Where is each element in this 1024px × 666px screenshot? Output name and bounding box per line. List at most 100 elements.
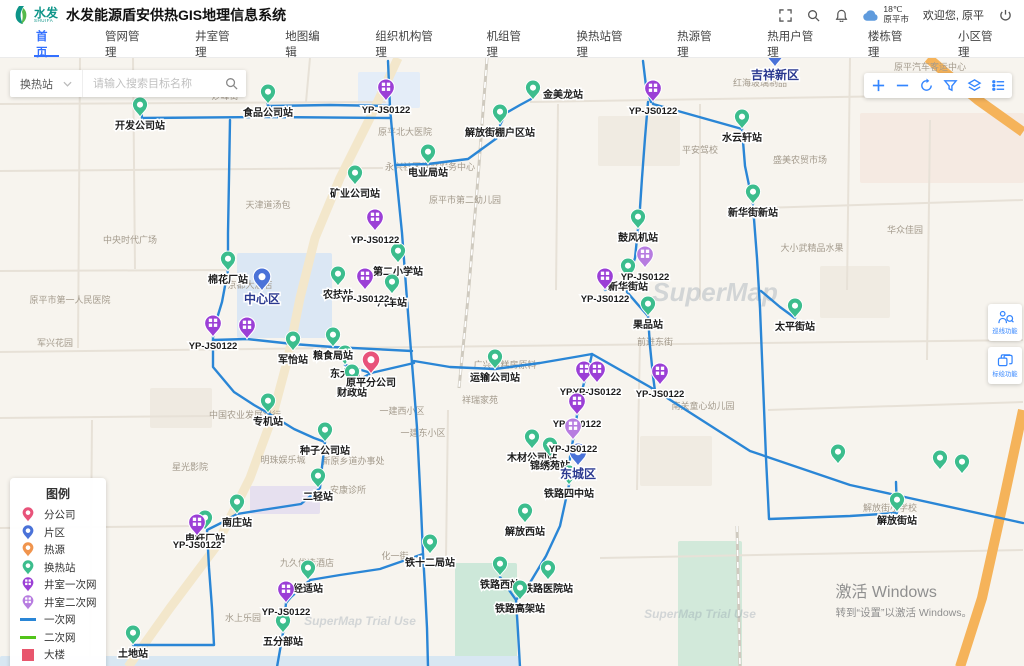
search-type-select[interactable]: 换热站 bbox=[10, 70, 83, 97]
legend-label: 井室一次网 bbox=[44, 577, 97, 592]
map-pin-label: YP-JS0122 bbox=[189, 341, 238, 352]
map-block bbox=[820, 266, 890, 318]
side-tool-plot[interactable]: 标绘功能 bbox=[988, 347, 1022, 384]
legend-swatch-station bbox=[19, 559, 37, 576]
legend-item-well2: 井室二次网 bbox=[19, 594, 97, 612]
map-pin-label: YP-JS0122 bbox=[549, 444, 598, 455]
map-pin-label: 中心区 bbox=[244, 291, 280, 306]
map-bg-label: 一建东小区 bbox=[400, 427, 445, 438]
logo-text: 水发 bbox=[34, 7, 58, 19]
map-pin-label: 开发公司站 bbox=[115, 119, 165, 132]
map-pin-label: 解放西站 bbox=[505, 525, 545, 538]
nav-tab-2[interactable]: 井室管理 bbox=[171, 30, 261, 57]
cloud-icon bbox=[862, 9, 879, 22]
supermap-watermark: SuperMap Trial Use bbox=[304, 614, 416, 628]
search-submit-icon[interactable] bbox=[225, 77, 238, 90]
map-pin-label: 新华街新站 bbox=[728, 206, 778, 219]
map-canvas[interactable]: 原平市实验中学妙峰街原平北大医院原平市第二幼儿园天津道汤包永兴社区党群服务中心红… bbox=[0, 58, 1024, 666]
map-pin-label: YP-JS0122 bbox=[581, 294, 630, 305]
reset-icon[interactable] bbox=[914, 73, 938, 98]
map-pin-label: 南庄站 bbox=[222, 516, 252, 529]
map-pin-label: 电业局站 bbox=[408, 166, 448, 179]
zoom-in-icon[interactable] bbox=[866, 73, 890, 98]
map-bg-label: 安康诊所 bbox=[330, 484, 366, 495]
map-pin-label: 二轻站 bbox=[303, 490, 333, 503]
filter-icon[interactable] bbox=[938, 73, 962, 98]
nav-tab-4[interactable]: 组织机构管理 bbox=[351, 30, 462, 57]
nav-tabs: 首页管网管理井室管理地图编辑组织机构管理机组管理换热站管理热源管理热用户管理楼栋… bbox=[0, 30, 1024, 58]
legend-label: 分公司 bbox=[44, 507, 76, 522]
legend-swatch-building bbox=[19, 646, 37, 663]
map-pin-label: 经适站 bbox=[293, 582, 323, 595]
map-pin-label: YP-JS0122 bbox=[621, 272, 670, 283]
map-pin-label: 种子公司站 bbox=[299, 444, 350, 457]
search-icon[interactable] bbox=[806, 8, 820, 22]
nav-tab-1[interactable]: 管网管理 bbox=[81, 30, 171, 57]
legend-swatch-branch bbox=[19, 506, 37, 523]
legend-item-branch: 分公司 bbox=[19, 506, 97, 524]
nav-tab-5[interactable]: 机组管理 bbox=[462, 30, 552, 57]
legend-label: 大楼 bbox=[44, 647, 65, 662]
side-tool-patrol[interactable]: 巡线功能 bbox=[988, 304, 1022, 341]
legend-swatch-source bbox=[19, 541, 37, 558]
logout-icon[interactable] bbox=[998, 8, 1012, 22]
map-pin-label: 铁十二局站 bbox=[405, 556, 455, 569]
legend-swatch-area bbox=[19, 524, 37, 541]
search-input-wrap bbox=[83, 77, 246, 91]
windows-watermark-line2: 转到“设置”以激活 Windows。 bbox=[835, 605, 972, 620]
layers-icon[interactable] bbox=[962, 73, 986, 98]
side-tools: 巡线功能标绘功能 bbox=[988, 304, 1022, 384]
map-pin-label: 专机站 bbox=[253, 415, 283, 428]
map-pin-label: 吉祥新区 bbox=[751, 67, 799, 82]
legend-list-icon[interactable] bbox=[986, 73, 1010, 98]
welcome-text: 欢迎您, 原平 bbox=[923, 7, 984, 23]
nav-tab-7[interactable]: 热源管理 bbox=[653, 30, 743, 57]
legend-swatch-well2 bbox=[19, 594, 37, 611]
map-bg-label: 原平市第二幼儿园 bbox=[429, 194, 501, 205]
bell-icon[interactable] bbox=[834, 8, 848, 22]
windows-watermark: 激活 Windows 转到“设置”以激活 Windows。 bbox=[835, 578, 972, 620]
map-street bbox=[0, 270, 226, 271]
map-block bbox=[598, 116, 680, 166]
map-pin-label: 解放街棚户区站 bbox=[465, 126, 535, 139]
app-header: 水发 SHUIFA 水发能源盾安供热GIS地理信息系统 bbox=[0, 0, 1024, 30]
logo-icon bbox=[12, 5, 30, 25]
legend-item-source: 热源 bbox=[19, 541, 97, 559]
nav-tab-10[interactable]: 小区管理 bbox=[934, 30, 1024, 57]
supermap-watermark: SuperMap Trial Use bbox=[644, 607, 756, 621]
nav-tab-9[interactable]: 楼栋管理 bbox=[844, 30, 934, 57]
map-pin-label: 食品公司站 bbox=[242, 106, 293, 119]
zoom-out-icon[interactable] bbox=[890, 73, 914, 98]
search-type-value: 换热站 bbox=[20, 76, 53, 92]
map-pin-label: 果品站 bbox=[632, 318, 663, 331]
map-bg-label: 中央时代广场 bbox=[103, 234, 157, 245]
map-bg-label: 原平汽车客运中心 bbox=[894, 61, 966, 72]
map-bg-label: 明珠娱乐城 bbox=[260, 454, 305, 465]
nav-tab-8[interactable]: 热用户管理 bbox=[743, 30, 844, 57]
map-bg-label: 盛美农贸市场 bbox=[773, 154, 827, 165]
map-bg-label: 解放街小学校 bbox=[863, 502, 917, 513]
map-pin-label: 棉花厂站 bbox=[208, 273, 248, 286]
fullscreen-icon[interactable] bbox=[778, 8, 792, 22]
map-bg-label: 前进东街 bbox=[637, 336, 673, 347]
nav-tab-0[interactable]: 首页 bbox=[12, 30, 81, 57]
legend-item-line2: 二次网 bbox=[19, 629, 97, 647]
side-tool-label: 标绘功能 bbox=[992, 369, 1017, 378]
legend-item-line1: 一次网 bbox=[19, 611, 97, 629]
chevron-down-icon bbox=[63, 81, 72, 87]
weather-city: 原平市 bbox=[883, 15, 909, 25]
side-tool-label: 巡线功能 bbox=[992, 326, 1017, 335]
legend-label: 换热站 bbox=[44, 560, 76, 575]
search-input[interactable] bbox=[91, 77, 225, 91]
nav-tab-6[interactable]: 换热站管理 bbox=[553, 30, 654, 57]
nav-tab-3[interactable]: 地图编辑 bbox=[261, 30, 351, 57]
pipeline-primary[interactable] bbox=[395, 164, 428, 165]
map-pin-label: 军怡站 bbox=[278, 353, 308, 366]
map-pin-label: 第二小学站 bbox=[373, 265, 423, 278]
page-title: 水发能源盾安供热GIS地理信息系统 bbox=[66, 5, 286, 25]
map-bg-label: 一建西小区 bbox=[379, 405, 424, 416]
map-bg-label: 天津道汤包 bbox=[245, 199, 290, 210]
map-bg-label: 原平北大医院 bbox=[378, 126, 432, 137]
map-pin-label: 矿业公司站 bbox=[330, 187, 380, 200]
logo-subtext: SHUIFA bbox=[34, 19, 58, 24]
